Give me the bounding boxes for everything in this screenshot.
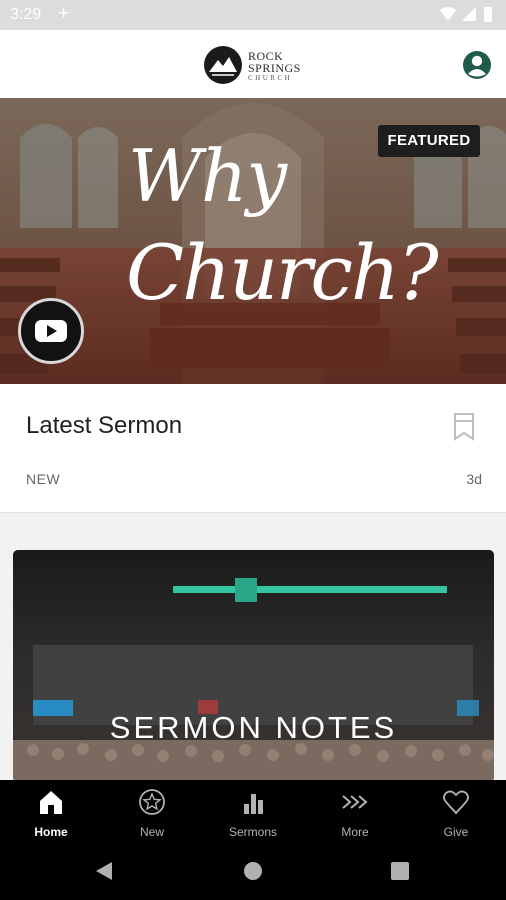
auditorium-image — [13, 550, 494, 782]
nav-label-more: More — [341, 825, 369, 839]
sermon-notes-title: SERMON NOTES — [109, 710, 398, 745]
battery-icon — [484, 7, 492, 22]
new-tag: NEW — [26, 471, 61, 487]
church-logo[interactable]: ROCK SPRINGS CHURCH — [204, 44, 308, 86]
status-bar: 3:29 + — [0, 0, 506, 30]
nav-give[interactable]: Give — [411, 780, 501, 850]
nav-more[interactable]: More — [310, 780, 400, 850]
home-icon — [40, 791, 62, 814]
featured-hero[interactable]: Why Church? FEATURED — [0, 98, 506, 384]
nav-home[interactable]: Home — [6, 780, 96, 850]
mountain-logo-icon — [204, 46, 242, 84]
app-header: ROCK SPRINGS CHURCH — [0, 30, 506, 99]
bookmark-icon[interactable] — [452, 412, 476, 442]
heart-icon — [443, 790, 469, 815]
logo-line-3: CHURCH — [248, 74, 293, 82]
nav-label-give: Give — [443, 825, 469, 839]
hero-title-line-2: Church? — [126, 228, 439, 317]
logo-text: ROCK SPRINGS CHURCH — [248, 50, 301, 83]
bars-icon — [244, 794, 263, 814]
hero-title-line-1: Why — [128, 134, 287, 218]
chevrons-icon — [342, 795, 368, 809]
status-time: 3:29 — [10, 6, 42, 23]
nav-new[interactable]: New — [107, 780, 197, 850]
nav-sermons[interactable]: Sermons — [208, 780, 298, 850]
status-icons — [440, 7, 492, 22]
nav-label-new: New — [139, 825, 164, 839]
featured-badge: FEATURED — [378, 125, 480, 157]
sermon-age: 3d — [466, 471, 482, 487]
nav-label-sermons: Sermons — [228, 825, 278, 839]
logo-line-2: SPRINGS — [248, 61, 301, 75]
signal-icon — [462, 7, 476, 21]
recents-icon — [391, 862, 409, 880]
latest-sermon-title: Latest Sermon — [26, 412, 183, 439]
nav-label-home: Home — [34, 825, 68, 839]
system-nav-bar — [0, 850, 506, 900]
star-icon — [139, 789, 165, 815]
latest-sermon-card[interactable]: Latest Sermon NEW 3d — [0, 384, 506, 513]
back-icon — [96, 862, 112, 880]
account-circle-icon[interactable] — [462, 50, 492, 80]
home-circle-icon — [244, 862, 262, 880]
plus-icon: + — [58, 3, 70, 24]
bottom-nav: Home New Sermons More Give — [0, 780, 506, 850]
youtube-icon[interactable] — [18, 298, 84, 364]
wifi-icon — [440, 7, 456, 21]
sermon-notes-card[interactable]: SERMON NOTES — [13, 550, 494, 782]
